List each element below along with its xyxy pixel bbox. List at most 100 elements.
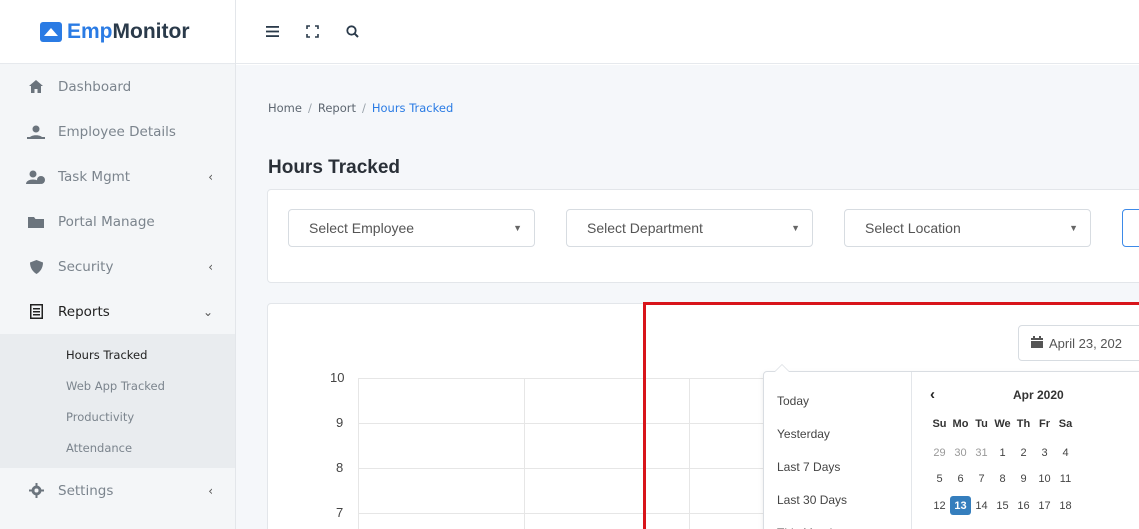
range-today[interactable]: Today [764, 384, 911, 417]
range-last-30-days[interactable]: Last 30 Days [764, 483, 911, 516]
top-bar [236, 0, 1139, 64]
y-tick-label: 10 [330, 370, 345, 385]
chevron-left-icon: ‹ [208, 483, 213, 498]
filter-action-button[interactable] [1122, 209, 1139, 247]
gridline-vertical [524, 378, 525, 529]
caret-down-icon: ▼ [791, 223, 800, 233]
calendar-icon [1031, 335, 1043, 351]
submenu-item-attendance[interactable]: Attendance [0, 432, 235, 463]
caret-down-icon: ▼ [513, 223, 522, 233]
breadcrumb-separator: / [307, 101, 312, 115]
calendar-week: 12 13 14 15 16 17 18 [929, 496, 1076, 515]
calendar-day[interactable]: 7 [971, 469, 992, 488]
calendar-day[interactable]: 29 [929, 443, 950, 462]
calendar-day[interactable]: 18 [1055, 496, 1076, 515]
sidebar-item-label: Dashboard [58, 78, 132, 95]
calendar-day[interactable]: 3 [1034, 443, 1055, 462]
breadcrumb-report[interactable]: Report [318, 101, 356, 115]
brand-name-part2: Monitor [112, 19, 190, 43]
calendar-day[interactable]: 4 [1055, 443, 1076, 462]
sidebar-item-settings[interactable]: Settings ‹ [0, 468, 235, 513]
weekday-label: Su [932, 417, 947, 430]
breadcrumb-current: Hours Tracked [371, 101, 454, 115]
weekday-label: Tu [975, 417, 988, 430]
calendar-day[interactable]: 15 [992, 496, 1013, 515]
sidebar-item-label: Reports [58, 303, 110, 320]
calendar-day-selected[interactable]: 13 [950, 496, 971, 515]
folder-icon [24, 216, 48, 228]
calendar-day[interactable]: 31 [971, 443, 992, 462]
sidebar: Emp Monitor Dashboard Employee Details Ta… [0, 0, 236, 529]
filter-card: Select Employee ▼ Select Department ▼ Se… [267, 189, 1139, 283]
submenu-item-hours-tracked[interactable]: Hours Tracked [0, 339, 235, 370]
home-icon [24, 80, 48, 93]
fullscreen-icon[interactable] [304, 24, 320, 40]
calendar-day[interactable]: 17 [1034, 496, 1055, 515]
sidebar-item-label: Task Mgmt [58, 168, 131, 185]
users-icon [24, 125, 48, 139]
breadcrumb-home[interactable]: Home [268, 101, 302, 115]
calendar-day[interactable]: 11 [1055, 469, 1076, 488]
caret-down-icon: ▼ [1069, 223, 1078, 233]
sidebar-nav: Dashboard Employee Details Task Mgmt ‹ P… [0, 64, 235, 334]
sidebar-item-label: Portal Manage [58, 213, 155, 230]
sidebar-item-label: Employee Details [58, 123, 176, 140]
y-tick-label: 7 [336, 505, 344, 520]
user-task-icon [24, 170, 48, 184]
breadcrumb: Home / Report / Hours Tracked [268, 101, 453, 115]
weekday-label: Fr [1039, 417, 1050, 430]
calendar-day[interactable]: 12 [929, 496, 950, 515]
calendar-day[interactable]: 30 [950, 443, 971, 462]
weekday-label: Th [1016, 417, 1031, 430]
report-icon [24, 304, 48, 319]
range-this-month[interactable]: This Month [764, 516, 911, 529]
department-select[interactable]: Select Department ▼ [566, 209, 813, 247]
sidebar-item-task-mgmt[interactable]: Task Mgmt ‹ [0, 154, 235, 199]
calendar-header: ‹ Apr 2020 [913, 386, 1139, 406]
calendar-day[interactable]: 2 [1013, 443, 1034, 462]
calendar-day[interactable]: 1 [992, 443, 1013, 462]
calendar-day[interactable]: 16 [1013, 496, 1034, 515]
page-title: Hours Tracked [268, 157, 400, 178]
reports-submenu: Hours Tracked Web App Tracked Productivi… [0, 334, 235, 468]
calendar-day[interactable]: 6 [950, 469, 971, 488]
breadcrumb-separator: / [361, 101, 366, 115]
sidebar-item-security[interactable]: Security ‹ [0, 244, 235, 289]
y-tick-label: 9 [336, 415, 344, 430]
search-icon[interactable] [344, 24, 360, 40]
calendar-day[interactable]: 14 [971, 496, 992, 515]
employee-select[interactable]: Select Employee ▼ [288, 209, 535, 247]
location-select[interactable]: Select Location ▼ [844, 209, 1091, 247]
brand-name-part1: Emp [67, 19, 113, 43]
sidebar-item-portal-manage[interactable]: Portal Manage [0, 199, 235, 244]
calendar-day[interactable]: 8 [992, 469, 1013, 488]
range-yesterday[interactable]: Yesterday [764, 417, 911, 450]
submenu-item-web-app-tracked[interactable]: Web App Tracked [0, 370, 235, 401]
prev-month-icon[interactable]: ‹ [930, 386, 935, 403]
menu-icon[interactable] [264, 24, 280, 40]
calendar-day[interactable]: 5 [929, 469, 950, 488]
logo-icon [40, 21, 62, 42]
calendar-day[interactable]: 10 [1034, 469, 1055, 488]
calendar-month-label: Apr 2020 [1013, 388, 1064, 402]
submenu-item-productivity[interactable]: Productivity [0, 401, 235, 432]
employee-select-value: Select Employee [309, 220, 415, 236]
brand-logo[interactable]: Emp Monitor [0, 0, 235, 64]
chevron-left-icon: ‹ [208, 259, 213, 274]
department-select-value: Select Department [587, 220, 703, 236]
range-last-7-days[interactable]: Last 7 Days [764, 450, 911, 483]
date-range-input[interactable]: April 23, 202 [1018, 325, 1139, 361]
preset-ranges: Today Yesterday Last 7 Days Last 30 Days… [764, 372, 912, 529]
calendar-day[interactable]: 9 [1013, 469, 1034, 488]
weekday-label: Sa [1058, 417, 1073, 430]
date-range-value: April 23, 202 [1049, 335, 1122, 351]
chevron-left-icon: ‹ [208, 169, 213, 184]
sidebar-item-label: Settings [58, 482, 114, 499]
gridline-vertical [358, 378, 359, 529]
calendar-week: 29 30 31 1 2 3 4 [929, 443, 1076, 462]
sidebar-item-dashboard[interactable]: Dashboard [0, 64, 235, 109]
weekday-label: Mo [952, 417, 969, 430]
weekday-label: We [994, 417, 1011, 430]
sidebar-item-employee-details[interactable]: Employee Details [0, 109, 235, 154]
sidebar-item-reports[interactable]: Reports ⌄ [0, 289, 235, 334]
